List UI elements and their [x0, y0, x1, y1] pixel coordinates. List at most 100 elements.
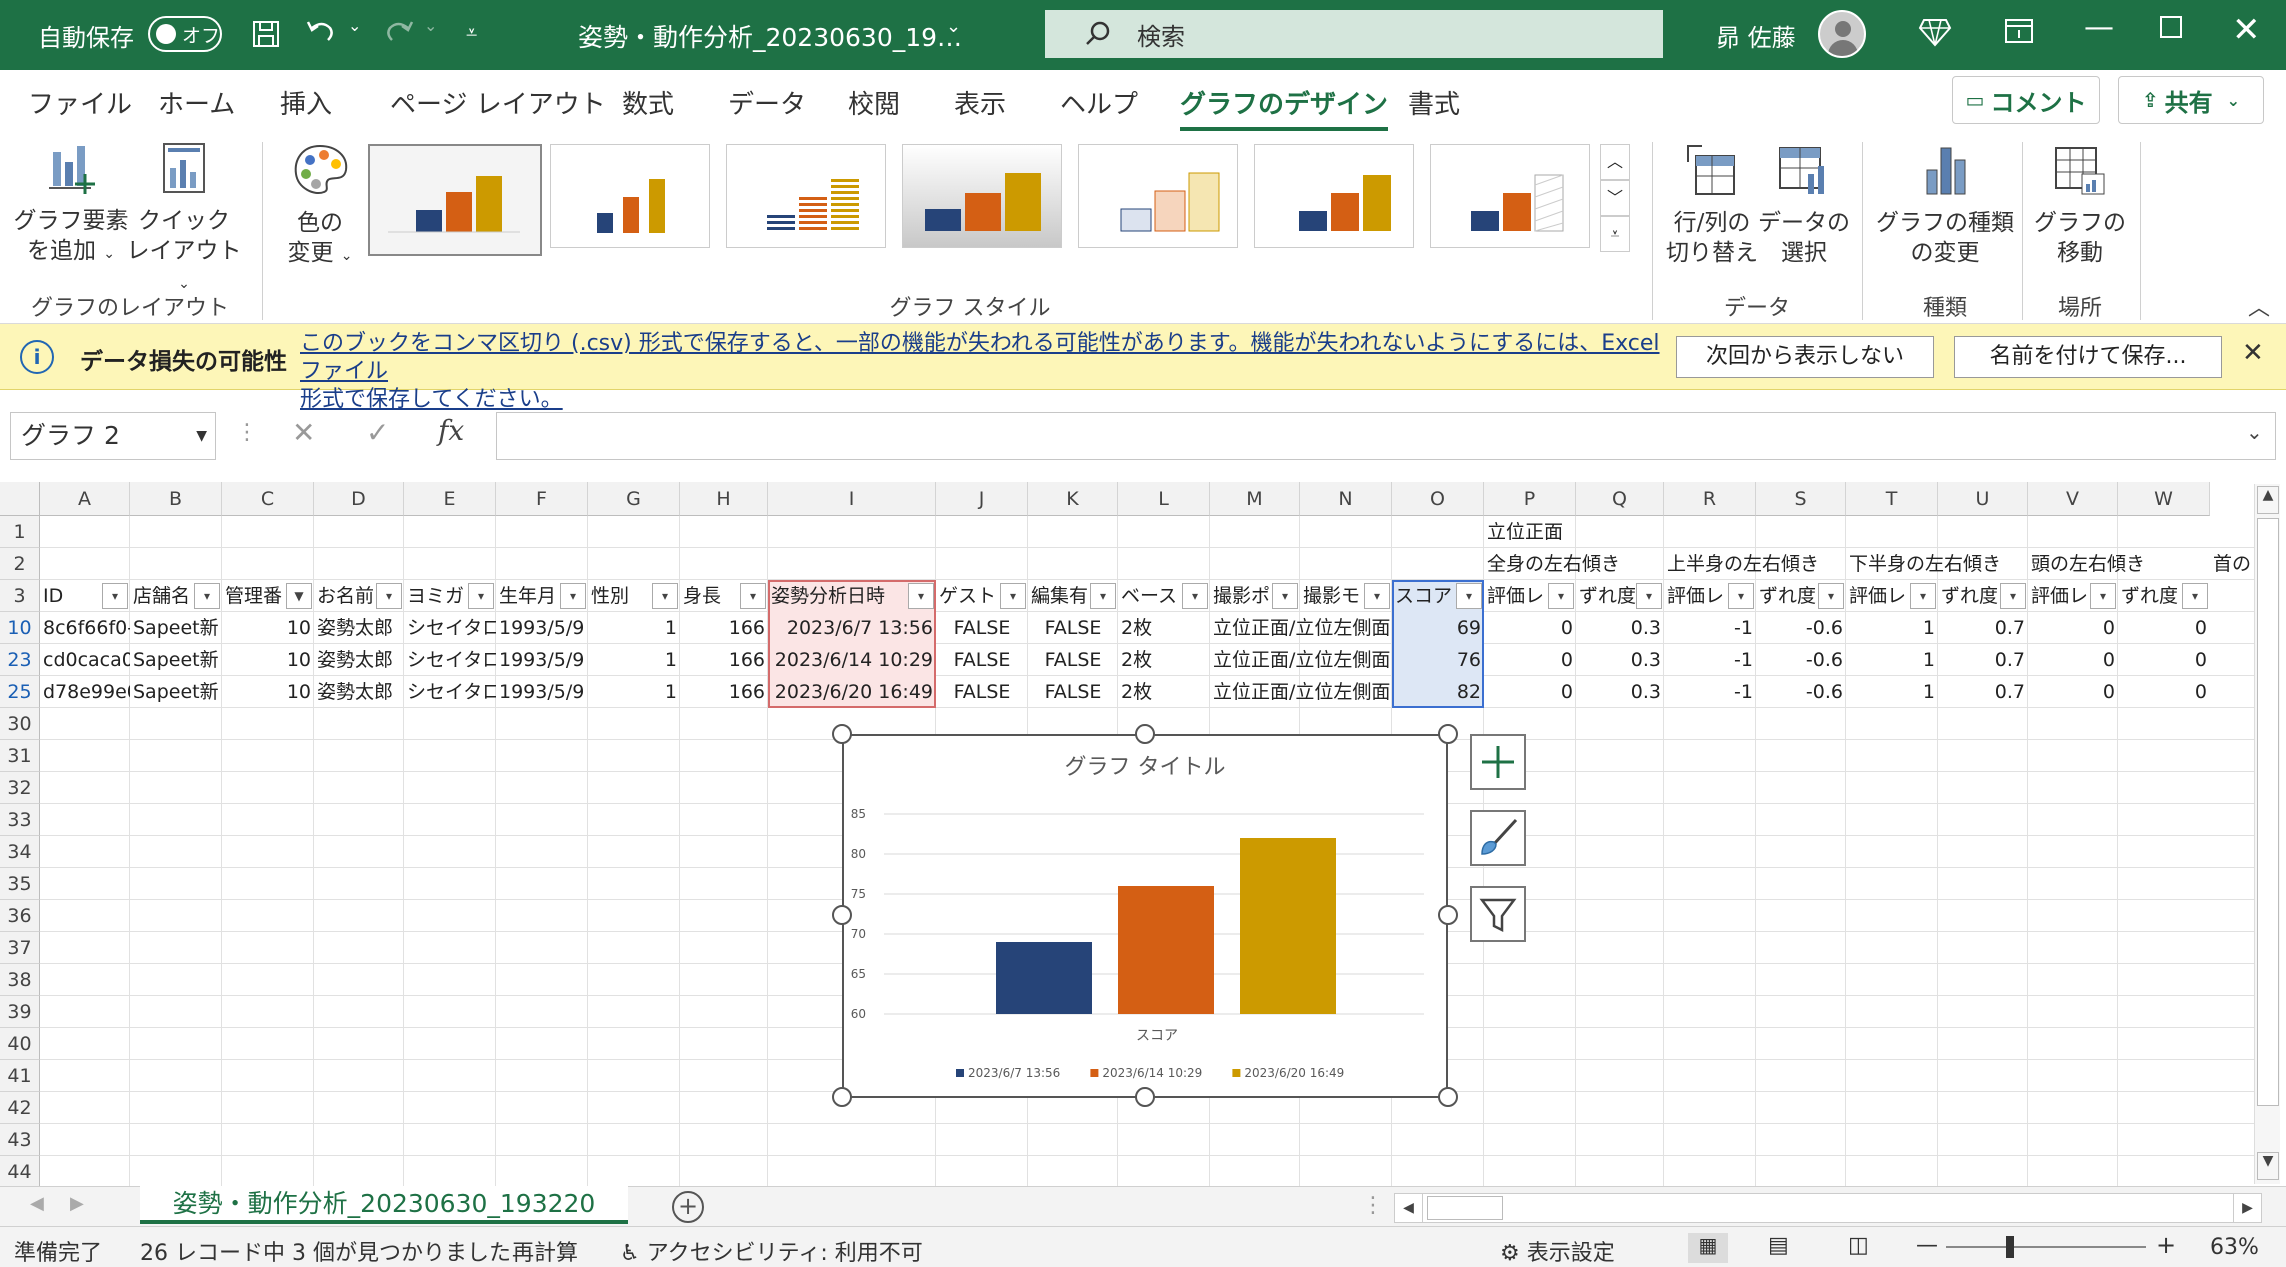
- data-cell-r1-c21[interactable]: 0.7: [1938, 612, 2028, 644]
- vertical-scroll-thumb[interactable]: [2257, 518, 2279, 1106]
- chart-styles-button[interactable]: [1470, 810, 1526, 866]
- tab-review[interactable]: 校閲: [848, 84, 900, 121]
- zoom-out-icon[interactable]: —: [1916, 1233, 1938, 1258]
- data-cell-r1-c13[interactable]: 立位正面/立位左側面: [1210, 612, 1392, 644]
- formula-input[interactable]: [496, 412, 2276, 460]
- message-text[interactable]: このブックをコンマ区切り (.csv) 形式で保存すると、一部の機能が失われる可…: [300, 330, 1680, 414]
- row-header-34[interactable]: 34: [0, 836, 40, 868]
- data-cell-r2-c7[interactable]: 1: [588, 644, 680, 676]
- comment-button[interactable]: ▭ コメント: [1952, 76, 2100, 124]
- chart-resize-handle-tr[interactable]: [1438, 724, 1458, 744]
- data-cell-r3-c8[interactable]: 166: [680, 676, 768, 708]
- tab-home[interactable]: ホーム: [158, 84, 235, 121]
- chart-resize-handle-tl[interactable]: [832, 724, 852, 744]
- close-message-icon[interactable]: ✕: [2242, 338, 2264, 368]
- column-header-v[interactable]: V: [2028, 482, 2118, 516]
- column-header-b[interactable]: B: [130, 482, 222, 516]
- data-cell-r1-c23[interactable]: 0: [2118, 612, 2210, 644]
- data-cell-r3-c19[interactable]: -0.6: [1756, 676, 1846, 708]
- display-settings-button[interactable]: ⚙ 表示設定: [1500, 1235, 1615, 1267]
- data-cell-r3-c6[interactable]: 1993/5/9: [496, 676, 588, 708]
- vertical-scrollbar[interactable]: ▲ ▼: [2254, 484, 2280, 1184]
- row-header-38[interactable]: 38: [0, 964, 40, 996]
- column-header-a[interactable]: A: [40, 482, 130, 516]
- filter-dropdown-icon[interactable]: ▾: [1636, 583, 1662, 609]
- chart-resize-handle-t[interactable]: [1135, 724, 1155, 744]
- data-cell-r3-c15[interactable]: 82: [1392, 676, 1484, 708]
- data-cell-r1-c4[interactable]: 姿勢太郎: [314, 612, 404, 644]
- data-cell-r1-c9[interactable]: 2023/6/7 13:56: [768, 612, 936, 644]
- next-sheet-icon[interactable]: ▶: [70, 1193, 84, 1214]
- column-header-u[interactable]: U: [1938, 482, 2028, 516]
- chart-style-thumb-1[interactable]: [368, 144, 542, 256]
- filter-dropdown-icon[interactable]: ▾: [376, 583, 402, 609]
- column-header-m[interactable]: M: [1210, 482, 1300, 516]
- data-cell-r2-c12[interactable]: 2枚: [1118, 644, 1210, 676]
- ribbon-display-icon[interactable]: [2004, 18, 2034, 44]
- data-cell-r3-c20[interactable]: 1: [1846, 676, 1938, 708]
- data-cell-r1-c20[interactable]: 1: [1846, 612, 1938, 644]
- data-cell-r1-c18[interactable]: -1: [1664, 612, 1756, 644]
- share-button[interactable]: ⇪ 共有 ⌄: [2118, 76, 2264, 124]
- column-header-g[interactable]: G: [588, 482, 680, 516]
- horizontal-scroll-thumb[interactable]: [1427, 1196, 1503, 1220]
- filter-dropdown-icon[interactable]: ▾: [2000, 583, 2026, 609]
- redo-icon[interactable]: [382, 16, 416, 46]
- data-cell-r1-c8[interactable]: 166: [680, 612, 768, 644]
- chart-bar-3[interactable]: [1240, 838, 1336, 1014]
- chart-filters-button[interactable]: [1470, 886, 1526, 942]
- column-header-w[interactable]: W: [2118, 482, 2210, 516]
- row-header-41[interactable]: 41: [0, 1060, 40, 1092]
- data-cell-r2-c11[interactable]: FALSE: [1028, 644, 1118, 676]
- maximize-icon[interactable]: [2158, 14, 2184, 40]
- data-cell-r2-c16[interactable]: 0: [1484, 644, 1576, 676]
- save-as-button[interactable]: 名前を付けて保存...: [1954, 336, 2222, 378]
- column-header-l[interactable]: L: [1118, 482, 1210, 516]
- prev-sheet-icon[interactable]: ◀: [30, 1193, 44, 1214]
- column-header-i[interactable]: I: [768, 482, 936, 516]
- redo-dropdown-icon[interactable]: ⌄: [424, 16, 437, 35]
- filter-dropdown-icon[interactable]: ▾: [468, 583, 494, 609]
- row-header-2[interactable]: 2: [0, 548, 40, 580]
- row-header-32[interactable]: 32: [0, 772, 40, 804]
- search-box[interactable]: 検索: [1045, 10, 1663, 58]
- gallery-scroll-up-icon[interactable]: ︿: [1600, 144, 1630, 180]
- data-cell-r2-c13[interactable]: 立位正面/立位左側面: [1210, 644, 1392, 676]
- zoom-level[interactable]: 63%: [2210, 1235, 2259, 1260]
- zoom-in-icon[interactable]: +: [2156, 1231, 2176, 1259]
- data-cell-r2-c5[interactable]: シセイタロ: [404, 644, 496, 676]
- data-cell-r3-c5[interactable]: シセイタロ: [404, 676, 496, 708]
- filter-dropdown-icon[interactable]: ▾: [102, 583, 128, 609]
- row-header-1[interactable]: 1: [0, 516, 40, 548]
- row-header-40[interactable]: 40: [0, 1028, 40, 1060]
- filter-dropdown-icon[interactable]: ▾: [1818, 583, 1844, 609]
- column-header-f[interactable]: F: [496, 482, 588, 516]
- filter-dropdown-icon[interactable]: ▾: [2182, 583, 2208, 609]
- chart-style-thumb-7[interactable]: [1430, 144, 1590, 248]
- chart-resize-handle-l[interactable]: [832, 905, 852, 925]
- column-header-h[interactable]: H: [680, 482, 768, 516]
- zoom-slider-thumb[interactable]: [2006, 1236, 2014, 1258]
- filter-dropdown-icon[interactable]: ▾: [652, 583, 678, 609]
- chart-resize-handle-bl[interactable]: [832, 1087, 852, 1107]
- confirm-entry-icon[interactable]: ✓: [366, 416, 389, 449]
- data-cell-r1-c1[interactable]: 8c6f66f0-: [40, 612, 130, 644]
- data-cell-r2-c22[interactable]: 0: [2028, 644, 2118, 676]
- premium-diamond-icon[interactable]: [1918, 16, 1952, 48]
- data-cell-r1-c19[interactable]: -0.6: [1756, 612, 1846, 644]
- column-header-r[interactable]: R: [1664, 482, 1756, 516]
- close-window-icon[interactable]: ✕: [2232, 10, 2261, 50]
- tab-formulas[interactable]: 数式: [622, 84, 674, 121]
- data-cell-r1-c10[interactable]: FALSE: [936, 612, 1028, 644]
- chart-title[interactable]: グラフ タイトル: [1065, 755, 1226, 780]
- filter-dropdown-icon[interactable]: ▾: [908, 583, 934, 609]
- sheet-tab-active[interactable]: 姿勢・動作分析_20230630_193220: [140, 1186, 628, 1224]
- chart-resize-handle-r[interactable]: [1438, 905, 1458, 925]
- data-cell-r3-c9[interactable]: 2023/6/20 16:49: [768, 676, 936, 708]
- select-data-button[interactable]: データの 選択: [1756, 142, 1852, 268]
- tab-format[interactable]: 書式: [1408, 84, 1460, 121]
- chart-style-thumb-6[interactable]: [1254, 144, 1414, 248]
- chart-style-thumb-2[interactable]: [550, 144, 710, 248]
- data-cell-r1-c6[interactable]: 1993/5/9: [496, 612, 588, 644]
- filter-dropdown-icon[interactable]: ▾: [1548, 583, 1574, 609]
